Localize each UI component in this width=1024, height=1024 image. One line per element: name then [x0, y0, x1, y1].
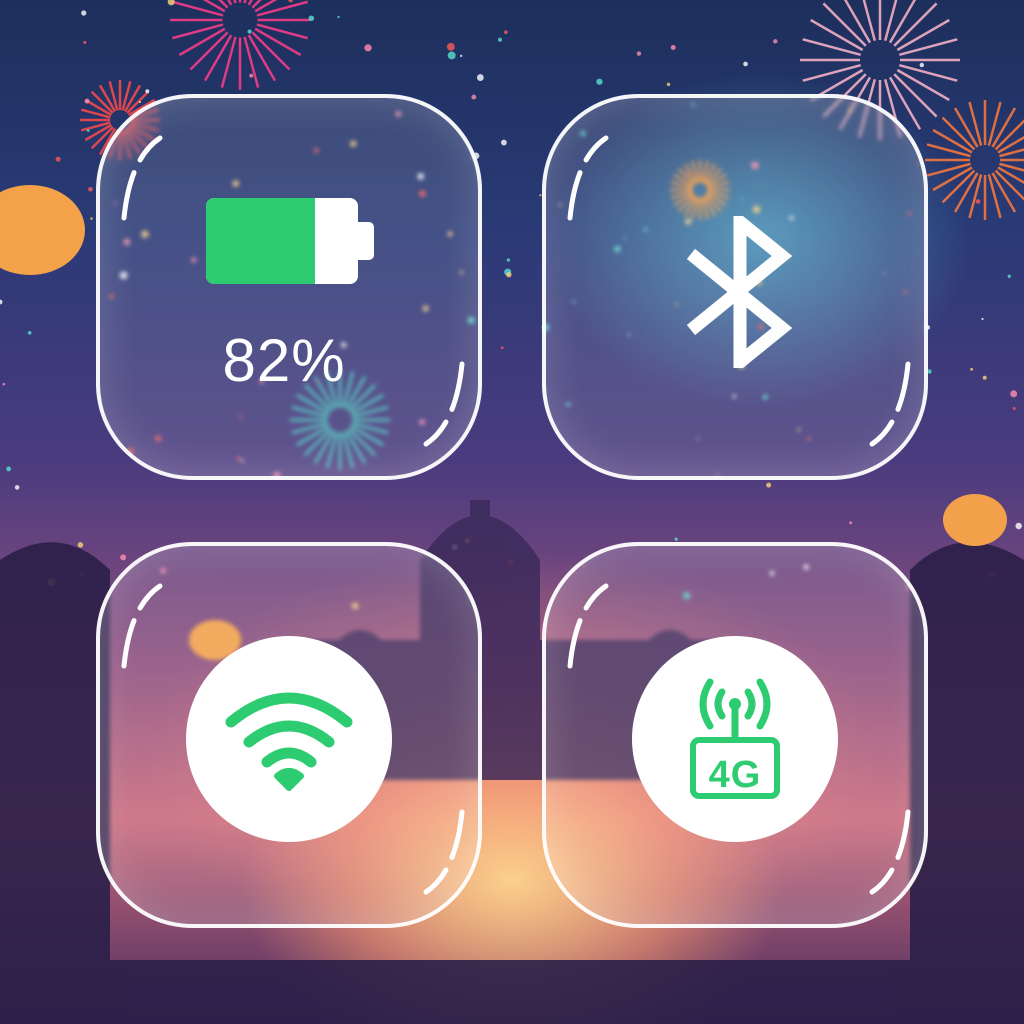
bluetooth-icon: [686, 216, 793, 368]
wifi-icon-circle: [186, 636, 392, 842]
wifi-icon: [225, 692, 353, 791]
cellular-icon-circle: 4G: [632, 636, 838, 842]
battery-icon: [206, 198, 376, 284]
cellular-data-toggle[interactable]: 4G: [542, 542, 928, 928]
battery-tile[interactable]: 82%: [96, 94, 482, 480]
signal-tower-icon: [690, 678, 780, 799]
network-type-label: 4G: [708, 754, 762, 796]
bluetooth-toggle[interactable]: [542, 94, 928, 480]
wifi-toggle[interactable]: [96, 542, 482, 928]
battery-level-fill: [206, 198, 316, 284]
battery-percentage: 82%: [222, 327, 346, 394]
tile-gloss: [121, 135, 465, 447]
